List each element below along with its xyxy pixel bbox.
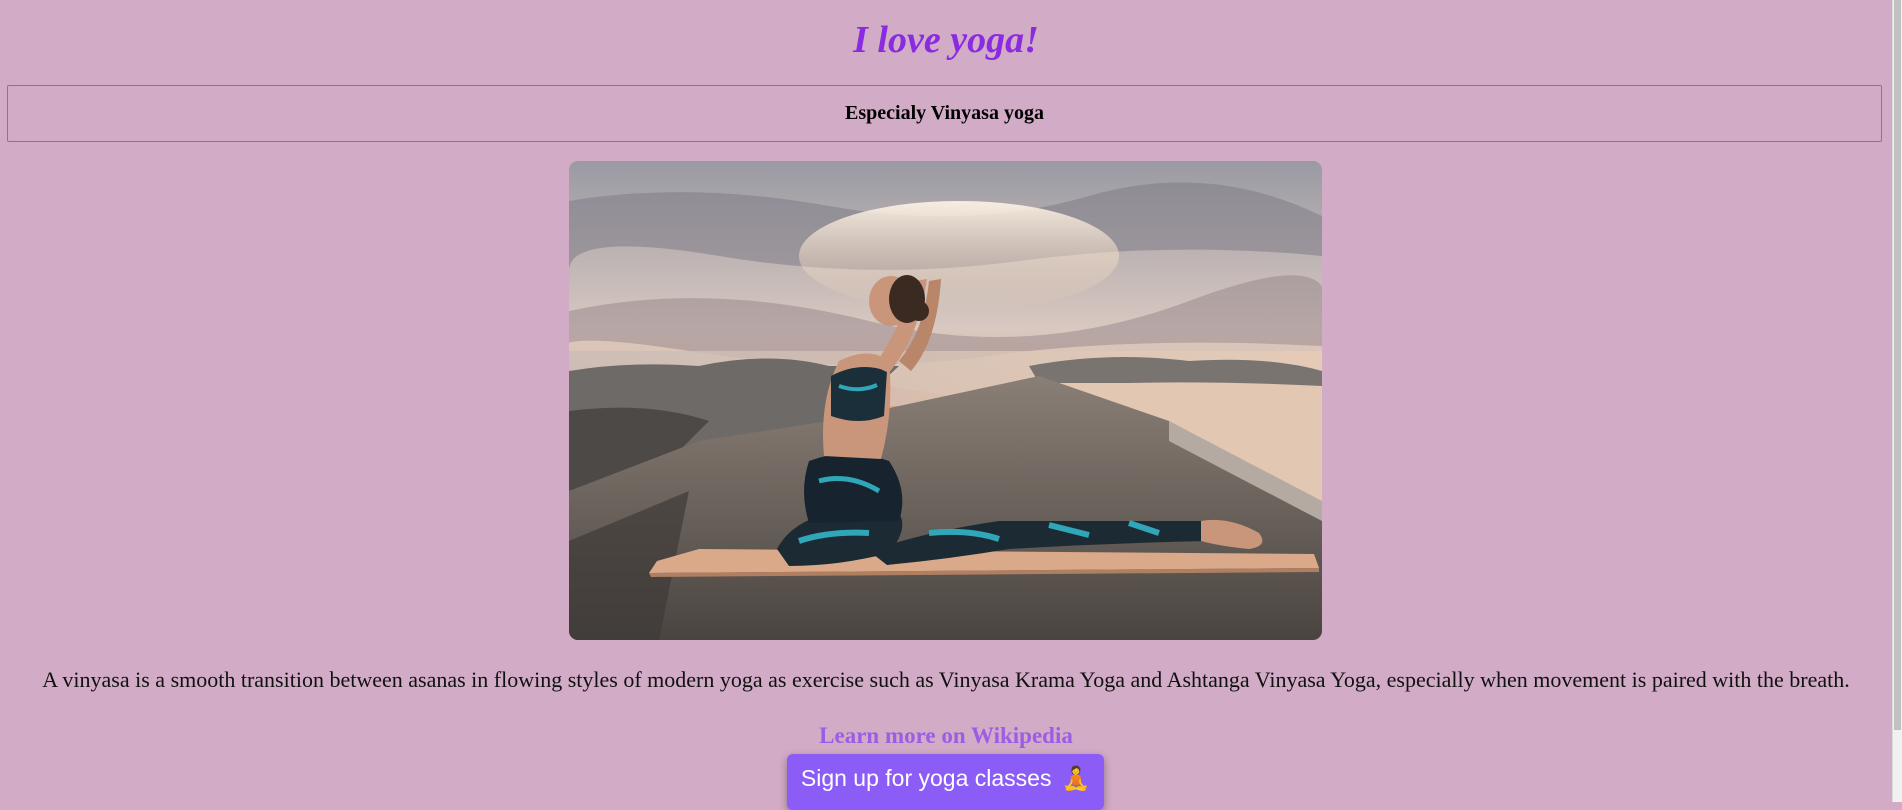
scrollbar-thumb[interactable] bbox=[1894, 0, 1901, 730]
subtitle-box: Especialy Vinyasa yoga bbox=[7, 85, 1882, 142]
description-text: A vinyasa is a smooth transition between… bbox=[42, 667, 1850, 692]
person-meditating-icon: 🧘 bbox=[1061, 764, 1091, 791]
page-body: I love yoga! Especialy Vinyasa yoga A vi… bbox=[0, 0, 1892, 810]
subtitle: Especialy Vinyasa yoga bbox=[845, 102, 1044, 124]
wikipedia-link[interactable]: Learn more on Wikipedia bbox=[0, 720, 1892, 752]
signup-button-label: Sign up for yoga classes bbox=[800, 764, 1052, 791]
page-title: I love yoga! bbox=[853, 19, 1039, 61]
vertical-scrollbar[interactable] bbox=[1892, 0, 1902, 802]
yoga-photo bbox=[569, 161, 1322, 640]
